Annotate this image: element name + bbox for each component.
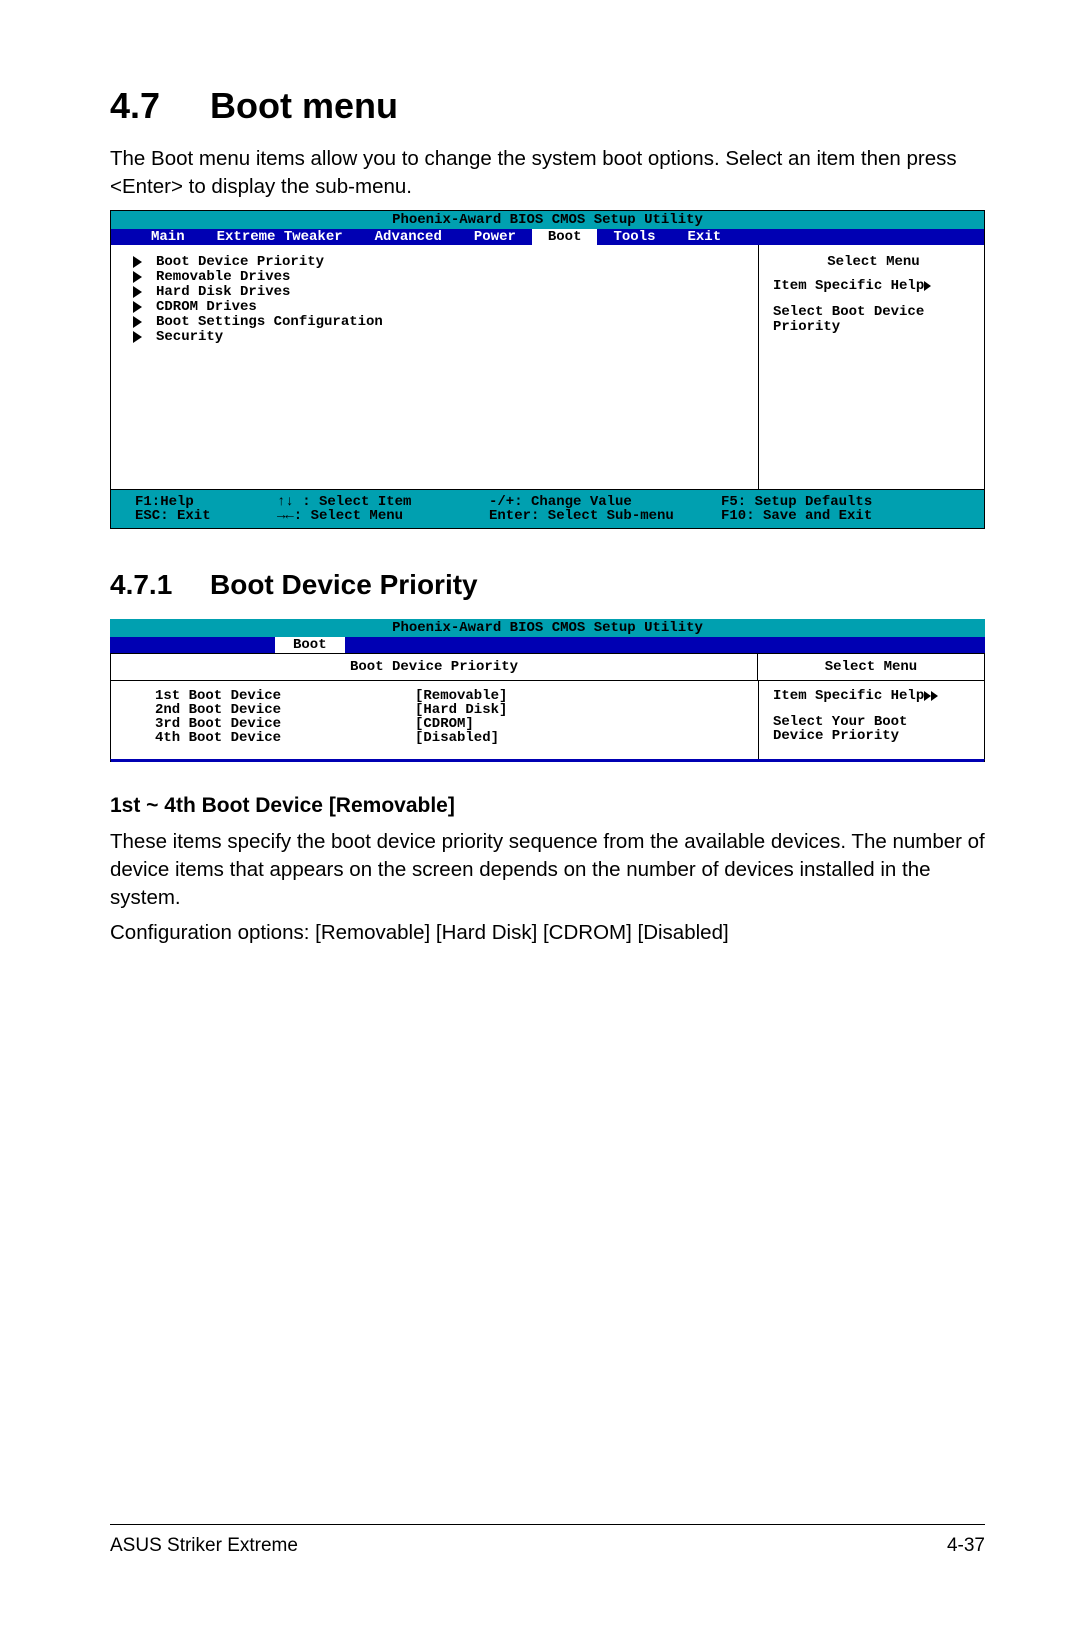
menu-power[interactable]: Power xyxy=(458,229,532,245)
dashed-divider xyxy=(110,759,985,762)
subheader-right: Select Menu xyxy=(758,654,984,680)
help-line: Device Priority xyxy=(773,729,974,743)
option-value: [CDROM] xyxy=(415,717,474,731)
menu-main[interactable]: Main xyxy=(121,229,201,245)
submenu-icon xyxy=(133,271,142,283)
bios-boot-device-priority: Phoenix-Award BIOS CMOS Setup Utility Bo… xyxy=(110,619,985,762)
key-save-exit: F10: Save and Exit xyxy=(721,509,982,523)
option-key: 2nd Boot Device xyxy=(155,703,415,717)
bios-subheader: Boot Device Priority Select Menu xyxy=(110,653,985,681)
option-value: [Removable] xyxy=(415,689,507,703)
help-text: Item Specific Help xyxy=(773,688,924,704)
item-label: CDROM Drives xyxy=(156,300,257,314)
page-footer: ASUS Striker Extreme 4-37 xyxy=(110,1524,985,1557)
chevron-right-icon xyxy=(924,691,931,701)
help-line: Priority xyxy=(773,320,974,334)
item-label: Boot Settings Configuration xyxy=(156,315,383,329)
item-label: Security xyxy=(156,330,223,344)
item-hard-disk-drives[interactable]: Hard Disk Drives xyxy=(133,285,754,299)
help-line: Item Specific Help xyxy=(773,279,974,293)
option-3rd-boot-device[interactable]: 3rd Boot Device[CDROM] xyxy=(155,717,750,731)
menu-exit[interactable]: Exit xyxy=(672,229,738,245)
key-select-menu: →←: Select Menu xyxy=(277,509,465,523)
subsection-number: 4.7.1 xyxy=(110,569,210,601)
item-removable-drives[interactable]: Removable Drives xyxy=(133,270,754,284)
menu-tools[interactable]: Tools xyxy=(597,229,671,245)
subsection-title: Boot Device Priority xyxy=(210,569,478,600)
item-label: Removable Drives xyxy=(156,270,290,284)
submenu-icon xyxy=(133,331,142,343)
subsection-heading: 4.7.1Boot Device Priority xyxy=(110,569,985,601)
option-value: [Disabled] xyxy=(415,731,499,745)
bios-help-pane: Select Menu Item Specific Help Select Bo… xyxy=(758,245,984,489)
bios-title: Phoenix-Award BIOS CMOS Setup Utility xyxy=(111,211,984,229)
option-2nd-boot-device[interactable]: 2nd Boot Device[Hard Disk] xyxy=(155,703,750,717)
bios-options-pane: 1st Boot Device[Removable] 2nd Boot Devi… xyxy=(111,681,758,759)
help-pane-title: Select Menu xyxy=(773,255,974,269)
footer-page-number: 4-37 xyxy=(947,1535,985,1557)
bios-title: Phoenix-Award BIOS CMOS Setup Utility xyxy=(110,619,985,637)
item-boot-device-priority[interactable]: Boot Device Priority xyxy=(133,255,754,269)
bios-footer: F1:Help ESC: Exit ↑↓ : Select Item →←: S… xyxy=(111,490,984,528)
chevron-right-icon xyxy=(931,691,938,701)
section-title: Boot menu xyxy=(210,85,398,126)
option-description: These items specify the boot device prio… xyxy=(110,828,985,911)
chevron-right-icon xyxy=(924,281,931,291)
menu-boot[interactable]: Boot xyxy=(275,637,345,653)
subheader-left: Boot Device Priority xyxy=(111,654,758,680)
key-help: F1:Help xyxy=(135,495,253,509)
item-cdrom-drives[interactable]: CDROM Drives xyxy=(133,300,754,314)
menu-boot[interactable]: Boot xyxy=(532,229,598,245)
bios-left-pane: Boot Device Priority Removable Drives Ha… xyxy=(111,245,758,489)
item-label: Boot Device Priority xyxy=(156,255,324,269)
key-change-value: -/+: Change Value xyxy=(489,495,697,509)
option-heading: 1st ~ 4th Boot Device [Removable] xyxy=(110,794,985,818)
key-select-submenu: Enter: Select Sub-menu xyxy=(489,509,697,523)
bios-menubar: Main Extreme Tweaker Advanced Power Boot… xyxy=(111,229,984,245)
submenu-icon xyxy=(133,301,142,313)
key-setup-defaults: F5: Setup Defaults xyxy=(721,495,982,509)
section-number: 4.7 xyxy=(110,85,210,127)
menu-advanced[interactable]: Advanced xyxy=(359,229,458,245)
item-label: Hard Disk Drives xyxy=(156,285,290,299)
key-exit: ESC: Exit xyxy=(135,509,253,523)
item-security[interactable]: Security xyxy=(133,330,754,344)
section-intro: The Boot menu items allow you to change … xyxy=(110,145,985,200)
option-key: 3rd Boot Device xyxy=(155,717,415,731)
option-key: 1st Boot Device xyxy=(155,689,415,703)
help-text: Item Specific Help xyxy=(773,278,924,294)
item-boot-settings-configuration[interactable]: Boot Settings Configuration xyxy=(133,315,754,329)
option-value: [Hard Disk] xyxy=(415,703,507,717)
help-line: Item Specific Help xyxy=(773,689,974,703)
bios-boot-menu: Phoenix-Award BIOS CMOS Setup Utility Ma… xyxy=(110,210,985,529)
submenu-icon xyxy=(133,316,142,328)
submenu-icon xyxy=(133,256,142,268)
bios-help-pane: Item Specific Help Select Your Boot Devi… xyxy=(758,681,984,759)
option-config: Configuration options: [Removable] [Hard… xyxy=(110,919,985,947)
key-select-item: ↑↓ : Select Item xyxy=(277,495,465,509)
bios-menubar: Boot xyxy=(110,637,985,653)
footer-product: ASUS Striker Extreme xyxy=(110,1535,298,1557)
option-key: 4th Boot Device xyxy=(155,731,415,745)
help-line: Select Boot Device xyxy=(773,305,974,319)
option-4th-boot-device[interactable]: 4th Boot Device[Disabled] xyxy=(155,731,750,745)
help-line: Select Your Boot xyxy=(773,715,974,729)
submenu-icon xyxy=(133,286,142,298)
option-1st-boot-device[interactable]: 1st Boot Device[Removable] xyxy=(155,689,750,703)
section-heading: 4.7Boot menu xyxy=(110,85,985,127)
menu-extreme-tweaker[interactable]: Extreme Tweaker xyxy=(201,229,359,245)
